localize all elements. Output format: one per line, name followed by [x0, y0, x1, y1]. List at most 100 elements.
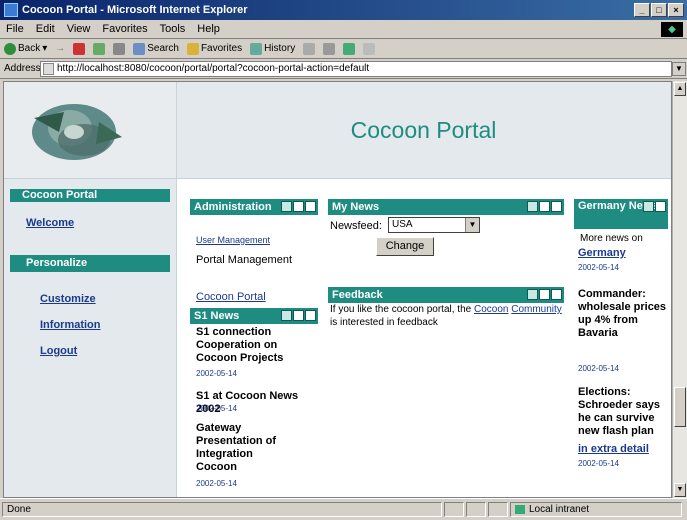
refresh-icon[interactable]: [93, 42, 106, 55]
maximize-portlet-icon[interactable]: [539, 201, 550, 212]
close-portlet-icon[interactable]: [305, 310, 316, 321]
minimize-portlet-icon[interactable]: [527, 201, 538, 212]
maximize-portlet-icon[interactable]: [293, 310, 304, 321]
status-text-cell: Done: [2, 502, 442, 517]
back-button[interactable]: Back ▾: [4, 42, 47, 55]
history-label: History: [264, 43, 296, 54]
maximize-portlet-icon[interactable]: [539, 289, 550, 300]
status-cell: [488, 502, 508, 517]
close-portlet-icon[interactable]: [305, 201, 316, 212]
minimize-portlet-icon[interactable]: [281, 201, 292, 212]
nav-customize-link[interactable]: Customize: [40, 293, 96, 305]
menu-edit[interactable]: Edit: [36, 23, 55, 35]
maximize-button[interactable]: □: [651, 3, 667, 17]
nav-logout-link[interactable]: Logout: [40, 345, 77, 357]
ie-logo-icon: [4, 3, 18, 17]
germany-news-item-title[interactable]: in extra detail: [578, 443, 649, 455]
vertical-scrollbar[interactable]: ▲ ▼: [672, 81, 687, 498]
s1-news-item-title[interactable]: S1 connection Cooperation on Cocoon Proj…: [196, 326, 318, 365]
minimize-portlet-icon[interactable]: [643, 201, 654, 212]
minimize-button[interactable]: _: [634, 3, 650, 17]
discuss-icon[interactable]: [363, 42, 376, 55]
change-button[interactable]: Change: [376, 237, 434, 256]
menu-file[interactable]: File: [6, 23, 24, 35]
menu-tools[interactable]: Tools: [160, 23, 186, 35]
title-bar: Cocoon Portal - Microsoft Internet Explo…: [0, 0, 687, 20]
favorites-label: Favorites: [200, 43, 243, 54]
address-input[interactable]: http://localhost:8080/cocoon/portal/port…: [40, 61, 672, 77]
menu-help[interactable]: Help: [197, 23, 220, 35]
left-navigation: Cocoon Portal Welcome Personalize Custom…: [4, 179, 177, 497]
scroll-up-icon[interactable]: ▲: [674, 82, 686, 96]
back-label: Back: [18, 43, 41, 54]
my-news-title: My News: [332, 201, 380, 213]
admin-portlet-header: Administration: [190, 199, 318, 215]
feedback-text-after: is interested in feedback: [330, 317, 438, 328]
s1-news-item-date: 2002-05-14: [196, 404, 237, 413]
page-content: Cocoon Portal Cocoon Portal Welcome Pers…: [3, 81, 672, 498]
nav-welcome-link[interactable]: Welcome: [26, 217, 74, 229]
portal-header: Cocoon Portal: [4, 82, 671, 179]
minimize-portlet-icon[interactable]: [281, 310, 292, 321]
feedback-cocoon-link[interactable]: Cocoon: [474, 304, 508, 315]
edit-icon[interactable]: [343, 42, 356, 55]
forward-arrow-icon: →: [55, 43, 66, 54]
zone-cell: Local intranet: [510, 502, 682, 517]
print-icon[interactable]: [323, 42, 336, 55]
history-button[interactable]: History: [250, 42, 296, 55]
feedback-title: Feedback: [332, 289, 383, 301]
menu-view[interactable]: View: [67, 23, 91, 35]
nav-heading: Cocoon Portal: [10, 189, 170, 202]
ie-window: Cocoon Portal - Microsoft Internet Explo…: [0, 0, 687, 520]
germany-news-intro: More news on: [580, 233, 643, 244]
germany-news-item-title[interactable]: Commander: wholesale prices up 4% from B…: [578, 288, 670, 340]
newsfeed-selected-value: USA: [392, 219, 413, 230]
status-cell: [444, 502, 464, 517]
germany-news-item-title[interactable]: Elections: Schroeder says he can survive…: [578, 386, 670, 438]
address-url: http://localhost:8080/cocoon/portal/port…: [57, 63, 370, 74]
page-icon: [43, 63, 54, 75]
germany-news-portlet-header: Germany News: [574, 199, 668, 229]
menu-favorites[interactable]: Favorites: [102, 23, 147, 35]
mail-icon[interactable]: [303, 42, 316, 55]
s1-news-title: S1 News: [194, 310, 240, 322]
favorites-button[interactable]: Favorites: [186, 42, 243, 55]
close-portlet-icon[interactable]: [655, 201, 666, 212]
scroll-thumb[interactable]: [674, 387, 686, 427]
status-bar: Done Local intranet: [0, 498, 687, 520]
menu-bar: File Edit View Favorites Tools Help ◆: [0, 20, 687, 39]
stop-icon[interactable]: [73, 42, 86, 55]
home-icon[interactable]: [113, 42, 126, 55]
my-news-portlet-header: My News: [328, 199, 564, 215]
minimize-portlet-icon[interactable]: [527, 289, 538, 300]
cocoon-portal-link[interactable]: Cocoon Portal: [196, 291, 266, 303]
forward-button[interactable]: →: [55, 43, 65, 54]
windows-logo-icon: ◆: [661, 22, 683, 37]
portal-management-text[interactable]: Portal Management: [196, 254, 292, 266]
favorites-icon: [186, 42, 199, 55]
maximize-portlet-icon[interactable]: [293, 201, 304, 212]
portal-logo-image: [4, 82, 177, 178]
feedback-text-before: If you like the cocoon portal, the: [330, 304, 474, 315]
history-icon: [250, 42, 263, 55]
germany-news-item-title[interactable]: Germany: [578, 247, 626, 259]
search-label: Search: [147, 43, 179, 54]
s1-news-portlet-header: S1 News: [190, 308, 318, 324]
user-management-link[interactable]: User Management: [196, 235, 270, 245]
germany-news-item-date: 2002-05-14: [578, 364, 619, 373]
feedback-community-link[interactable]: Community: [511, 304, 562, 315]
intranet-zone-icon: [515, 504, 525, 514]
s1-news-item-title[interactable]: Gateway Presentation of Integration Coco…: [196, 422, 296, 474]
admin-portlet-title: Administration: [194, 201, 272, 213]
search-button[interactable]: Search: [133, 42, 179, 55]
window-title: Cocoon Portal - Microsoft Internet Explo…: [22, 4, 248, 16]
scroll-down-icon[interactable]: ▼: [674, 483, 686, 497]
close-portlet-icon[interactable]: [551, 289, 562, 300]
portal-title: Cocoon Portal: [350, 116, 497, 143]
nav-information-link[interactable]: Information: [40, 319, 101, 331]
logo-graphic: [32, 104, 122, 160]
close-portlet-icon[interactable]: [551, 201, 562, 212]
close-button[interactable]: ×: [668, 3, 684, 17]
address-dropdown-button[interactable]: ▼: [672, 62, 686, 76]
newsfeed-select[interactable]: USA ▼: [388, 217, 480, 233]
